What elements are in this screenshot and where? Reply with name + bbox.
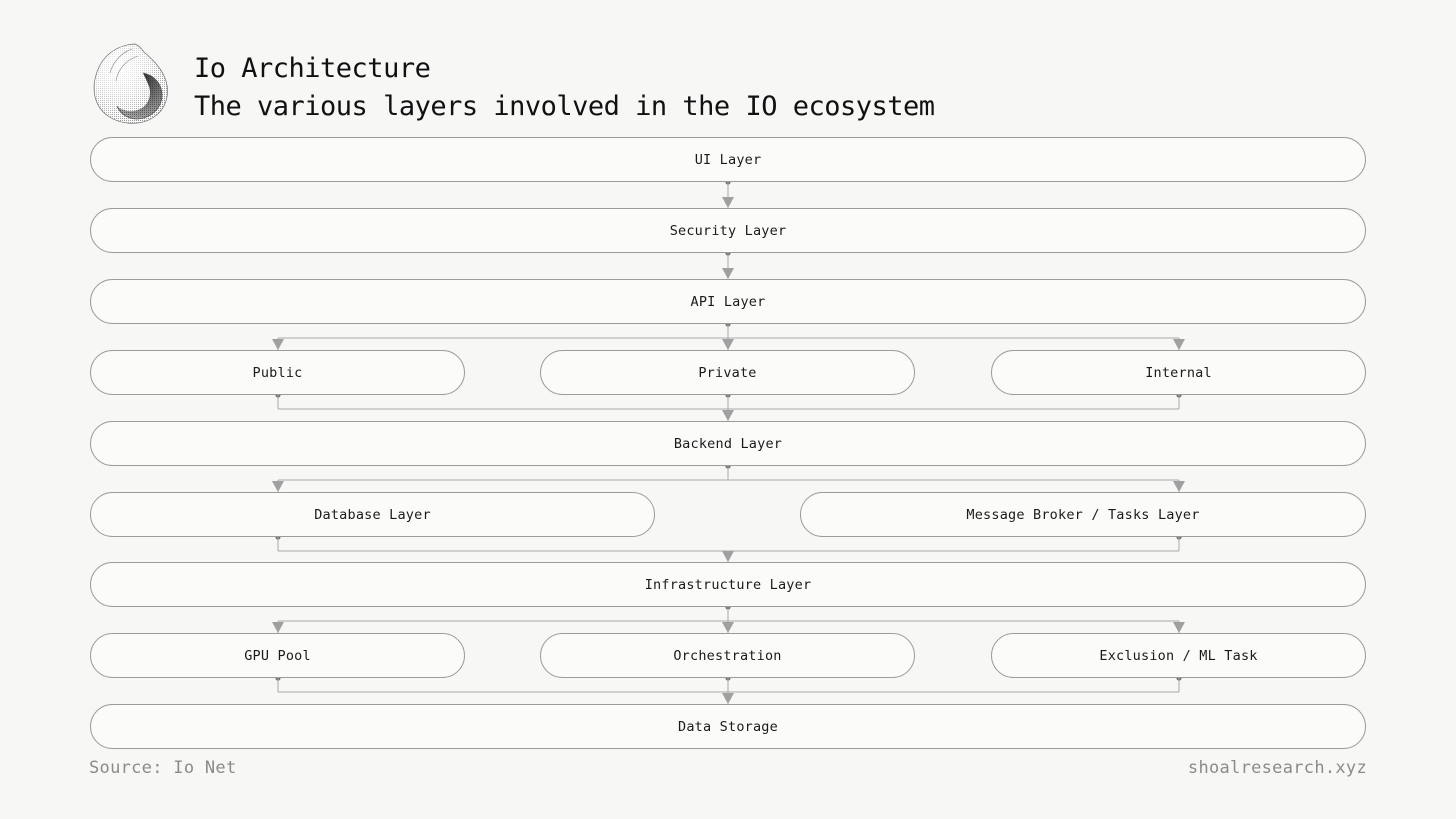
arrow-head [272,339,284,350]
node-label: UI Layer [694,151,762,168]
node-internal[interactable]: Internal [991,350,1366,395]
node-label: Message Broker / Tasks Layer [966,506,1200,523]
source-label: Source: Io Net [89,758,237,778]
arrow-head [722,410,734,421]
page-title: Io Architecture [194,53,431,84]
header: Io Architecture The various layers invol… [88,40,935,128]
arrow-head [272,481,284,492]
arrow-head [272,622,284,633]
node-private[interactable]: Private [540,350,915,395]
node-public[interactable]: Public [90,350,465,395]
node-backend[interactable]: Backend Layer [90,421,1366,466]
node-label: Backend Layer [673,435,783,452]
arrow-head [722,693,734,704]
page-subtitle: The various layers involved in the IO ec… [194,91,935,122]
node-label: Internal [1145,364,1212,381]
seashell-logo-icon [88,40,172,128]
node-orchestration[interactable]: Orchestration [540,633,915,678]
node-label: Orchestration [673,647,782,664]
node-broker[interactable]: Message Broker / Tasks Layer [800,492,1366,537]
arrow-head [1173,481,1185,492]
node-ui[interactable]: UI Layer [90,137,1366,182]
node-api[interactable]: API Layer [90,279,1366,324]
node-exclusion[interactable]: Exclusion / ML Task [991,633,1366,678]
node-label: Security Layer [669,222,787,239]
diagram-canvas: Io Architecture The various layers invol… [0,0,1456,819]
node-label: Public [252,364,303,381]
node-gpu[interactable]: GPU Pool [90,633,465,678]
arrow-head [722,197,734,208]
title-block: Io Architecture The various layers invol… [194,40,935,126]
node-infrastructure[interactable]: Infrastructure Layer [90,562,1366,607]
arrow-head [1173,339,1185,350]
site-label: shoalresearch.xyz [1187,758,1367,778]
node-label: GPU Pool [244,647,311,664]
arrow-head [722,339,734,350]
node-database[interactable]: Database Layer [90,492,655,537]
node-label: Database Layer [314,506,431,523]
arrow-head [1173,622,1185,633]
node-label: API Layer [690,293,766,310]
arrow-head [722,622,734,633]
node-label: Exclusion / ML Task [1099,647,1258,664]
arrow-head [722,551,734,562]
node-storage[interactable]: Data Storage [90,704,1366,749]
node-security[interactable]: Security Layer [90,208,1366,253]
node-label: Data Storage [678,718,778,735]
node-label: Infrastructure Layer [644,576,812,593]
arrow-head [722,268,734,279]
node-label: Private [698,364,757,381]
